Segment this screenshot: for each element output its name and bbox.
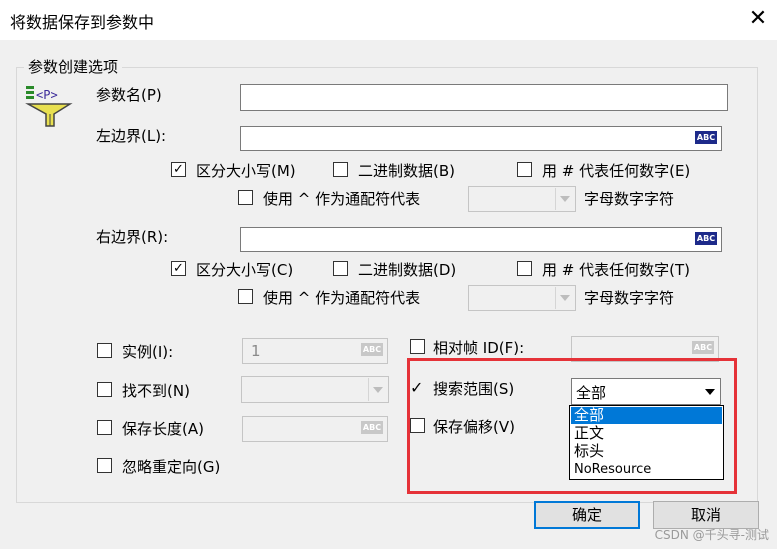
left-binary-label: 二进制数据(B)	[358, 162, 455, 180]
dropdown-option-header[interactable]: 标头	[571, 443, 722, 460]
chevron-down-icon	[560, 295, 570, 301]
parameter-icon-text: <P>	[36, 88, 58, 102]
chevron-down-icon	[373, 386, 383, 393]
right-hash-digit-label: 用 # 代表任何数字(T)	[542, 261, 690, 279]
chevron-down-icon	[560, 196, 570, 202]
close-icon[interactable]: ✕	[745, 4, 771, 34]
right-hash-digit-checkbox[interactable]	[517, 261, 532, 276]
left-caret-wildcard-checkbox[interactable]	[238, 190, 253, 205]
right-caret-wildcard-label: 使用 ^ 作为通配符代表	[263, 289, 421, 307]
window-title: 将数据保存到参数中	[10, 13, 155, 32]
relative-frame-label: 相对帧 ID(F):	[433, 339, 525, 357]
right-wildcard-select[interactable]	[468, 285, 576, 311]
left-hash-digit-label: 用 # 代表任何数字(E)	[542, 162, 691, 180]
relative-frame-checkbox[interactable]	[410, 339, 425, 354]
instance-abc-icon[interactable]: ABC	[361, 343, 383, 356]
param-name-input[interactable]	[240, 84, 728, 111]
group-label: 参数创建选项	[24, 56, 123, 77]
left-case-sensitive-checkbox[interactable]: ✓	[171, 162, 186, 177]
right-boundary-input[interactable]: ABC	[240, 227, 722, 252]
not-found-label: 找不到(N)	[122, 382, 190, 400]
right-binary-label: 二进制数据(D)	[358, 261, 457, 279]
parameter-icon: <P>	[24, 84, 74, 132]
dropdown-option-all[interactable]: 全部	[571, 407, 722, 424]
save-length-abc-icon[interactable]: ABC	[361, 421, 383, 434]
left-hash-digit-checkbox[interactable]	[517, 162, 532, 177]
left-boundary-abc-icon[interactable]: ABC	[695, 131, 717, 144]
right-caret-wildcard-checkbox[interactable]	[238, 289, 253, 304]
save-length-label: 保存长度(A)	[122, 420, 204, 438]
watermark: CSDN @千头寻-测试	[654, 528, 769, 542]
not-found-select[interactable]	[241, 376, 389, 403]
instance-input[interactable]: 1 ABC	[242, 338, 388, 364]
right-boundary-label: 右边界(R):	[96, 228, 169, 246]
instance-checkbox[interactable]	[97, 343, 112, 358]
right-boundary-abc-icon[interactable]: ABC	[695, 232, 717, 245]
cancel-button[interactable]: 取消	[653, 501, 759, 529]
not-found-checkbox[interactable]	[97, 382, 112, 397]
left-binary-checkbox[interactable]	[333, 162, 348, 177]
relative-frame-abc-icon[interactable]: ABC	[692, 341, 714, 354]
ignore-redirect-label: 忽略重定向(G)	[122, 458, 221, 476]
dropdown-option-body[interactable]: 正文	[571, 425, 722, 442]
right-wildcard-suffix: 字母数字字符	[584, 289, 675, 307]
left-caret-wildcard-label: 使用 ^ 作为通配符代表	[263, 190, 421, 208]
param-name-label: 参数名(P)	[96, 86, 162, 104]
dropdown-option-noresource[interactable]: NoResource	[571, 461, 722, 478]
save-length-input[interactable]: ABC	[242, 416, 388, 442]
left-boundary-label: 左边界(L):	[96, 127, 167, 145]
ignore-redirect-checkbox[interactable]	[97, 458, 112, 473]
ok-button[interactable]: 确定	[534, 501, 640, 529]
instance-value: 1	[251, 342, 261, 360]
left-case-sensitive-label: 区分大小写(M)	[196, 162, 296, 180]
save-length-checkbox[interactable]	[97, 420, 112, 435]
instance-label: 实例(I):	[122, 343, 174, 361]
right-case-sensitive-label: 区分大小写(C)	[196, 261, 294, 279]
right-binary-checkbox[interactable]	[333, 261, 348, 276]
left-wildcard-suffix: 字母数字字符	[584, 190, 675, 208]
left-boundary-input[interactable]: ABC	[240, 126, 722, 151]
search-scope-dropdown: 全部 正文 标头 NoResource	[569, 405, 724, 480]
right-case-sensitive-checkbox[interactable]: ✓	[171, 261, 186, 276]
left-wildcard-select[interactable]	[468, 186, 576, 212]
